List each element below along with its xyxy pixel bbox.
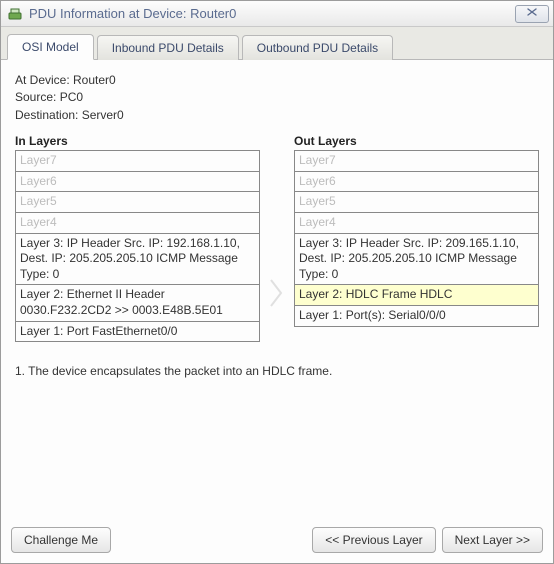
explanation-text: 1. The device encapsulates the packet in… bbox=[15, 364, 539, 378]
app-icon bbox=[7, 6, 23, 22]
tab-outbound-pdu[interactable]: Outbound PDU Details bbox=[242, 35, 393, 60]
out-layers-column: Out Layers Layer7 Layer6 Layer5 Layer4 L… bbox=[294, 134, 539, 342]
in-layers-stack: Layer7 Layer6 Layer5 Layer4 Layer 3: IP … bbox=[15, 150, 260, 342]
in-layer1[interactable]: Layer 1: Port FastEthernet0/0 bbox=[16, 322, 259, 342]
layers-columns: In Layers Layer7 Layer6 Layer5 Layer4 La… bbox=[15, 134, 539, 342]
device-info: At Device: Router0 Source: PC0 Destinati… bbox=[15, 72, 539, 124]
in-layer7[interactable]: Layer7 bbox=[16, 151, 259, 172]
pdu-info-window: PDU Information at Device: Router0 OSI M… bbox=[0, 0, 554, 564]
out-layers-stack: Layer7 Layer6 Layer5 Layer4 Layer 3: IP … bbox=[294, 150, 539, 326]
out-layer6[interactable]: Layer6 bbox=[295, 172, 538, 193]
out-layer3[interactable]: Layer 3: IP Header Src. IP: 209.165.1.10… bbox=[295, 234, 538, 286]
previous-layer-button[interactable]: << Previous Layer bbox=[312, 527, 435, 553]
in-layer6[interactable]: Layer6 bbox=[16, 172, 259, 193]
in-layer3[interactable]: Layer 3: IP Header Src. IP: 192.168.1.10… bbox=[16, 234, 259, 286]
titlebar: PDU Information at Device: Router0 bbox=[1, 1, 553, 27]
out-layer1[interactable]: Layer 1: Port(s): Serial0/0/0 bbox=[295, 306, 538, 326]
arrow-icon bbox=[268, 244, 286, 342]
at-device-line: At Device: Router0 bbox=[15, 72, 539, 89]
tabs-row: OSI Model Inbound PDU Details Outbound P… bbox=[1, 27, 553, 60]
close-button[interactable] bbox=[515, 5, 549, 23]
window-title: PDU Information at Device: Router0 bbox=[29, 6, 515, 21]
source-line: Source: PC0 bbox=[15, 89, 539, 106]
next-layer-button[interactable]: Next Layer >> bbox=[442, 527, 543, 553]
in-layers-column: In Layers Layer7 Layer6 Layer5 Layer4 La… bbox=[15, 134, 260, 342]
in-layer2[interactable]: Layer 2: Ethernet II Header 0030.F232.2C… bbox=[16, 285, 259, 321]
in-layer5[interactable]: Layer5 bbox=[16, 192, 259, 213]
content-area: At Device: Router0 Source: PC0 Destinati… bbox=[1, 60, 553, 519]
out-layers-heading: Out Layers bbox=[294, 134, 539, 148]
footer-buttons: Challenge Me << Previous Layer Next Laye… bbox=[1, 519, 553, 563]
out-layer5[interactable]: Layer5 bbox=[295, 192, 538, 213]
in-layer4[interactable]: Layer4 bbox=[16, 213, 259, 234]
in-layers-heading: In Layers bbox=[15, 134, 260, 148]
out-layer7[interactable]: Layer7 bbox=[295, 151, 538, 172]
out-layer4[interactable]: Layer4 bbox=[295, 213, 538, 234]
destination-line: Destination: Server0 bbox=[15, 107, 539, 124]
close-icon bbox=[526, 7, 538, 20]
tab-inbound-pdu[interactable]: Inbound PDU Details bbox=[97, 35, 239, 60]
tab-osi-model[interactable]: OSI Model bbox=[7, 34, 94, 60]
out-layer2[interactable]: Layer 2: HDLC Frame HDLC bbox=[295, 285, 538, 306]
challenge-me-button[interactable]: Challenge Me bbox=[11, 527, 111, 553]
